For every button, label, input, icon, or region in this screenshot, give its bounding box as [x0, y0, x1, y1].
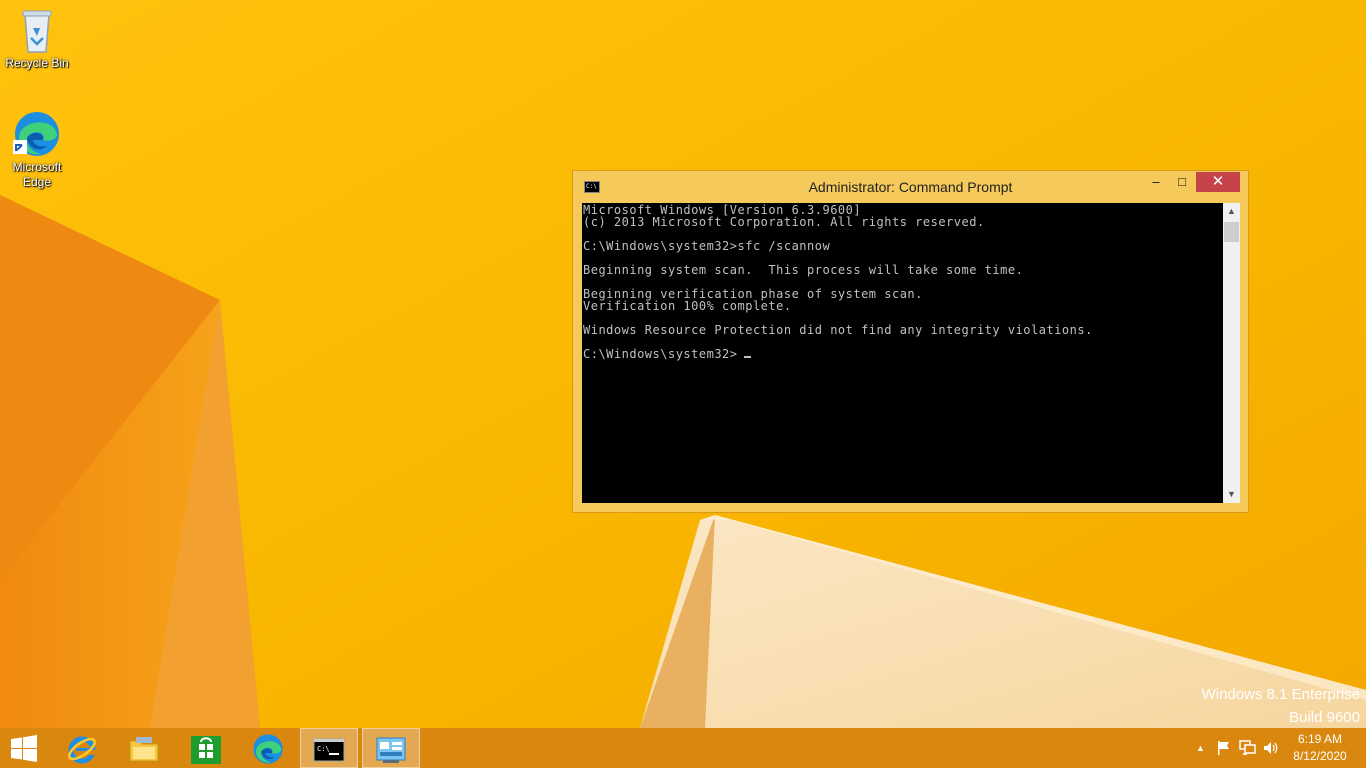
desktop-icon-recycle-bin[interactable]: Recycle Bin — [0, 6, 74, 71]
desktop-icon-label: Recycle Bin — [5, 56, 69, 70]
minimize-button[interactable]: – — [1143, 172, 1169, 192]
text-cursor — [744, 356, 751, 358]
desktop-icon-microsoft-edge[interactable]: Microsoft Edge — [0, 110, 74, 190]
clock-time: 6:19 AM — [1297, 732, 1343, 746]
edge-icon — [13, 110, 61, 158]
action-center-flag-icon[interactable] — [1216, 740, 1232, 756]
taskbar: C:\ ▲ 6:19 AM 8/12/2020 — [0, 728, 1366, 768]
scroll-up-arrow-icon[interactable]: ▲ — [1223, 203, 1240, 220]
network-icon[interactable] — [1239, 740, 1257, 756]
recycle-bin-icon — [13, 6, 61, 54]
cmd-icon: C:\ — [313, 738, 345, 762]
console-output[interactable]: Microsoft Windows [Version 6.3.9600] (c)… — [582, 203, 1223, 503]
ie-icon — [67, 736, 97, 764]
taskbar-file-explorer[interactable] — [114, 728, 172, 768]
control-panel-icon — [376, 737, 406, 763]
console-line: Beginning system scan. This process will… — [583, 263, 1024, 277]
edge-icon — [253, 734, 283, 764]
store-icon — [191, 736, 221, 764]
svg-text:C:\: C:\ — [317, 745, 330, 753]
scroll-down-arrow-icon[interactable]: ▼ — [1223, 486, 1240, 503]
taskbar-control-panel[interactable] — [362, 728, 420, 768]
vertical-scrollbar[interactable]: ▲ ▼ — [1223, 203, 1240, 503]
watermark-build: Build 9600 — [1289, 709, 1360, 726]
volume-icon[interactable] — [1263, 740, 1281, 756]
console-line: Windows Resource Protection did not find… — [583, 323, 1093, 337]
watermark-edition: Windows 8.1 Enterprise — [1201, 686, 1360, 703]
windows-logo-icon — [11, 735, 37, 762]
console-prompt-line: C:\Windows\system32> — [583, 347, 738, 361]
maximize-button[interactable]: □ — [1169, 172, 1195, 192]
taskbar-edge[interactable] — [238, 728, 296, 768]
start-button[interactable] — [0, 728, 50, 768]
taskbar-clock[interactable]: 6:19 AM 8/12/2020 — [1280, 731, 1360, 765]
close-button[interactable]: ✕ — [1196, 172, 1240, 192]
taskbar-command-prompt[interactable]: C:\ — [300, 728, 358, 768]
scrollbar-thumb[interactable] — [1224, 222, 1239, 242]
desktop-icon-label: Microsoft Edge — [12, 160, 62, 189]
console-line: Verification 100% complete. — [583, 299, 792, 313]
show-hidden-icons-chevron-icon[interactable]: ▲ — [1196, 743, 1205, 753]
desktop: Recycle Bin Microsoft Edge C:\ Administr… — [0, 0, 1366, 728]
window-titlebar[interactable]: C:\ Administrator: Command Prompt – □ ✕ — [573, 171, 1248, 203]
taskbar-internet-explorer[interactable] — [52, 728, 110, 768]
folder-icon — [129, 737, 159, 762]
command-prompt-window[interactable]: C:\ Administrator: Command Prompt – □ ✕ … — [572, 170, 1249, 513]
console-line: C:\Windows\system32>sfc /scannow — [583, 239, 831, 253]
windows-version-watermark: Windows 8.1 Enterprise Build 9600 — [1202, 683, 1360, 728]
console-line: (c) 2013 Microsoft Corporation. All righ… — [583, 215, 985, 229]
taskbar-store[interactable] — [176, 728, 234, 768]
clock-date: 8/12/2020 — [1293, 749, 1347, 763]
